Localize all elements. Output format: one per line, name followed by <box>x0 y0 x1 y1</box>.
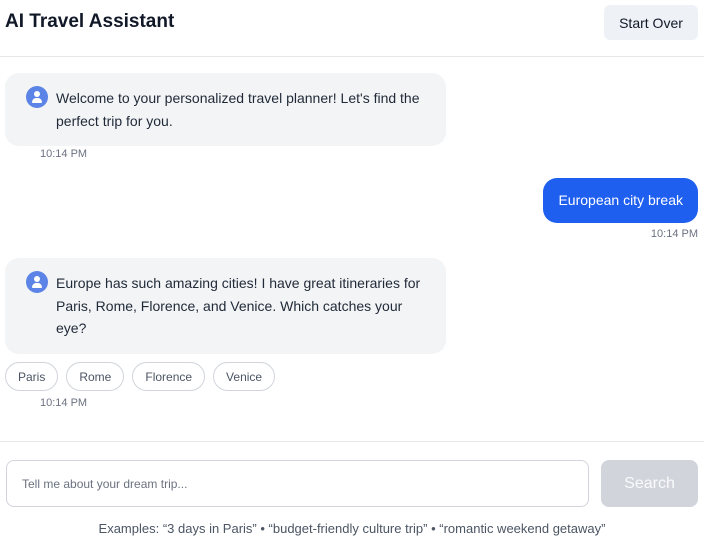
assistant-message: Europe has such amazing cities! I have g… <box>5 258 446 354</box>
app-title: AI Travel Assistant <box>5 11 175 32</box>
header: AI Travel Assistant Start Over <box>0 0 704 57</box>
search-button[interactable]: Search <box>601 460 698 507</box>
composer: Search Examples: “3 days in Paris” • “bu… <box>0 441 704 540</box>
suggestion-chips: Paris Rome Florence Venice <box>5 362 276 391</box>
start-over-button[interactable]: Start Over <box>604 5 698 40</box>
chip-florence[interactable]: Florence <box>132 362 206 391</box>
chip-venice[interactable]: Venice <box>213 362 276 391</box>
user-message: European city break <box>543 178 698 223</box>
trip-input[interactable] <box>6 460 589 507</box>
user-circle-icon <box>26 86 48 108</box>
user-circle-icon <box>26 271 48 293</box>
assistant-message-text: Welcome to your personalized travel plan… <box>56 90 420 129</box>
message-timestamp: 10:14 PM <box>650 228 698 240</box>
examples-hint: Examples: “3 days in Paris” • “budget-fr… <box>98 521 606 536</box>
assistant-message-text: Europe has such amazing cities! I have g… <box>56 275 421 336</box>
message-timestamp: 10:14 PM <box>40 148 88 160</box>
chip-rome[interactable]: Rome <box>66 362 125 391</box>
message-timestamp: 10:14 PM <box>40 397 88 409</box>
chip-paris[interactable]: Paris <box>5 362 59 391</box>
assistant-message: Welcome to your personalized travel plan… <box>5 73 446 146</box>
